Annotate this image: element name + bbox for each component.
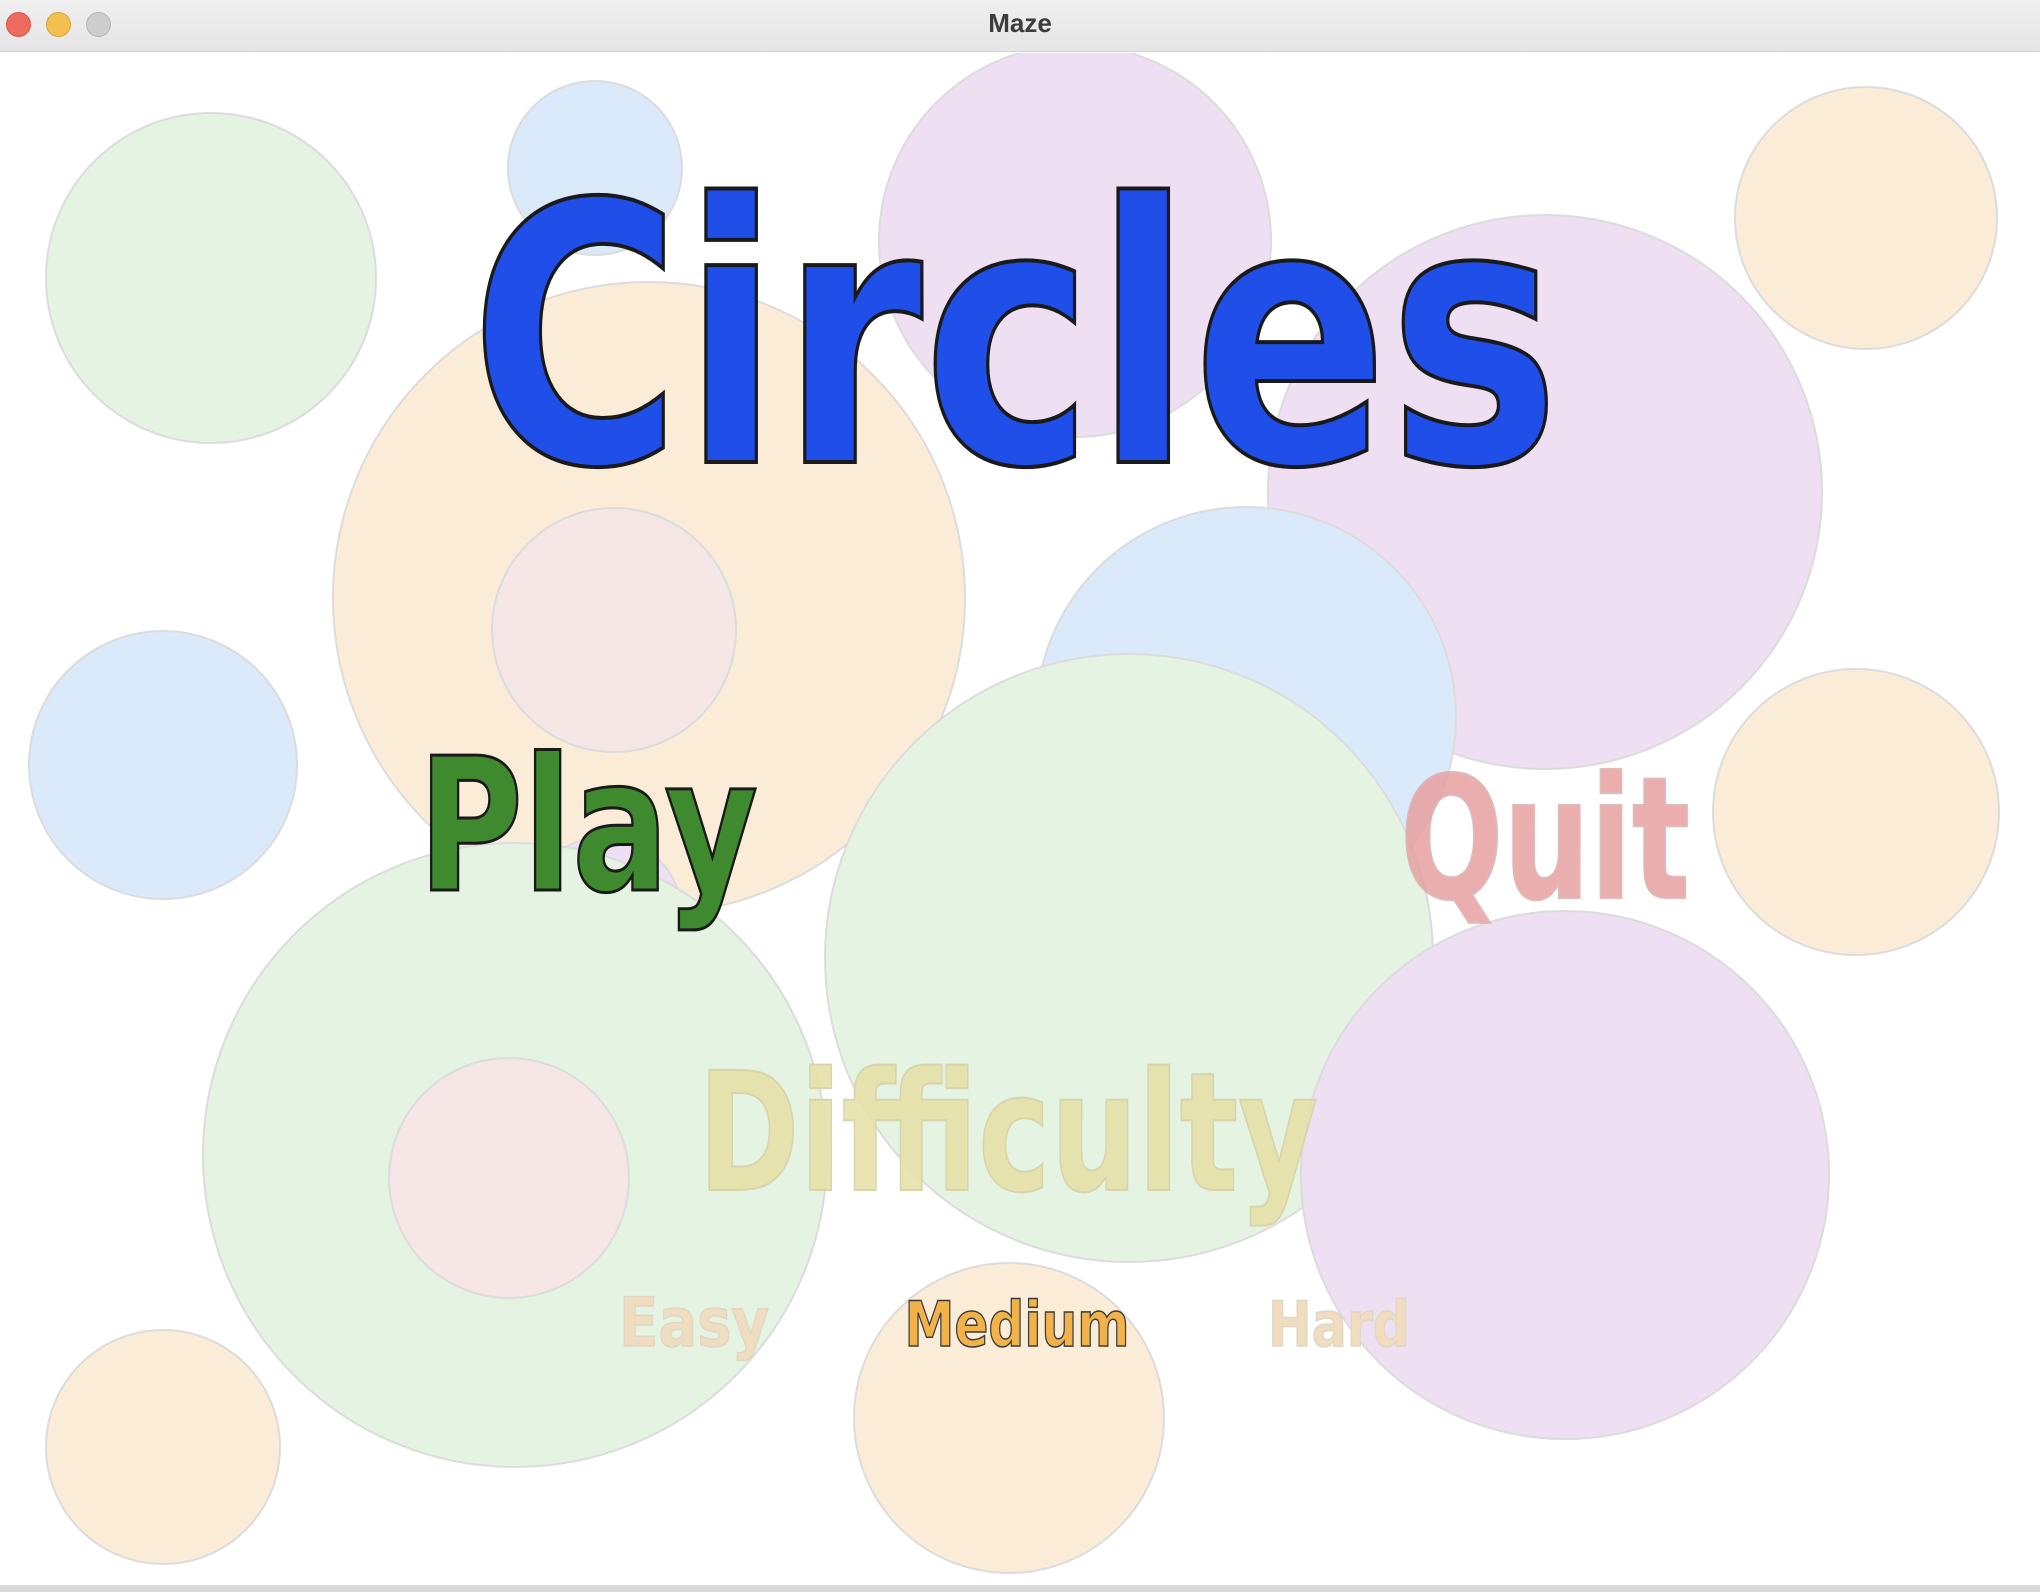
game-canvas: Circles Play Quit Difficulty Easy Medium…: [0, 44, 2040, 1592]
background-circle: [388, 1057, 630, 1299]
app-window: Maze Circles Play Quit Difficulty Easy M…: [0, 0, 2040, 1592]
title-bar: Maze: [0, 0, 2040, 52]
background-circle: [45, 1329, 281, 1565]
window-bottom-edge: [0, 1585, 2040, 1592]
difficulty-label: Difficulty: [698, 1037, 1318, 1229]
quit-button[interactable]: Quit: [1399, 740, 1691, 940]
background-circle: [1712, 668, 2000, 956]
game-title: Circles: [470, 128, 1560, 547]
difficulty-option-easy[interactable]: Easy: [618, 1283, 770, 1364]
background-circle: [45, 112, 377, 444]
background-circle: [1734, 86, 1998, 350]
play-button[interactable]: Play: [417, 717, 760, 936]
background-circle: [28, 630, 298, 900]
difficulty-option-medium[interactable]: Medium: [904, 1287, 1131, 1362]
window-title: Maze: [988, 8, 1052, 38]
difficulty-option-hard[interactable]: Hard: [1267, 1287, 1411, 1362]
